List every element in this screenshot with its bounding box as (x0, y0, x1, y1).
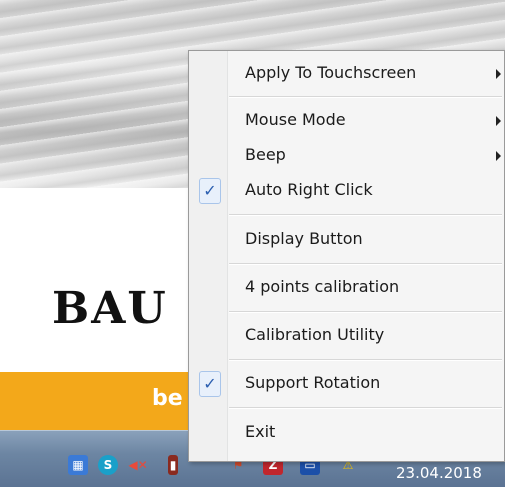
speaker-muted-icon[interactable]: ◀✕ (128, 455, 148, 475)
menu-item-auto-right-click[interactable]: ✓ Auto Right Click (191, 178, 502, 204)
menu-separator (229, 96, 502, 98)
menu-item-label: Apply To Touchscreen (245, 63, 417, 82)
menu-item-4-points-calibration[interactable]: 4 points calibration (191, 275, 502, 301)
menu-item-beep[interactable]: Beep (191, 143, 502, 169)
menu-item-exit[interactable]: Exit (191, 420, 502, 446)
menu-item-label: Exit (245, 422, 276, 441)
menu-separator (229, 359, 502, 361)
menu-item-mouse-mode[interactable]: Mouse Mode (191, 108, 502, 134)
menu-item-label: Display Button (245, 229, 363, 248)
menu-item-label: Mouse Mode (245, 110, 346, 129)
menu-item-label: Calibration Utility (245, 325, 385, 344)
app-s-icon[interactable]: S (98, 455, 118, 475)
submenu-arrow-icon (496, 69, 501, 79)
submenu-arrow-icon (496, 151, 501, 161)
menu-item-label: Auto Right Click (245, 180, 373, 199)
clock-date[interactable]: 23.04.2018 (396, 464, 482, 482)
menu-item-calibration-utility[interactable]: Calibration Utility (191, 323, 502, 349)
menu-separator (229, 311, 502, 313)
menu-item-label: 4 points calibration (245, 277, 400, 296)
menu-item-label: Beep (245, 145, 286, 164)
menu-item-support-rotation[interactable]: ✓ Support Rotation (191, 371, 502, 397)
menu-item-display-button[interactable]: Display Button (191, 227, 502, 253)
checkmark-icon: ✓ (199, 371, 221, 397)
menu-item-apply-to-touchscreen[interactable]: Apply To Touchscreen (191, 61, 502, 87)
submenu-arrow-icon (496, 116, 501, 126)
menu-separator (229, 214, 502, 216)
network-icon[interactable]: ▦ (68, 455, 88, 475)
brand-logo-text: BAU (52, 283, 168, 334)
checkmark-icon: ✓ (199, 178, 221, 204)
menu-separator (229, 407, 502, 409)
menu-item-label: Support Rotation (245, 373, 381, 392)
usb-icon[interactable]: ▮ (168, 455, 178, 475)
tray-context-menu: Apply To Touchscreen Mouse Mode Beep ✓ A… (188, 50, 505, 462)
brand-bar-text: be (152, 386, 183, 411)
menu-separator (229, 263, 502, 265)
